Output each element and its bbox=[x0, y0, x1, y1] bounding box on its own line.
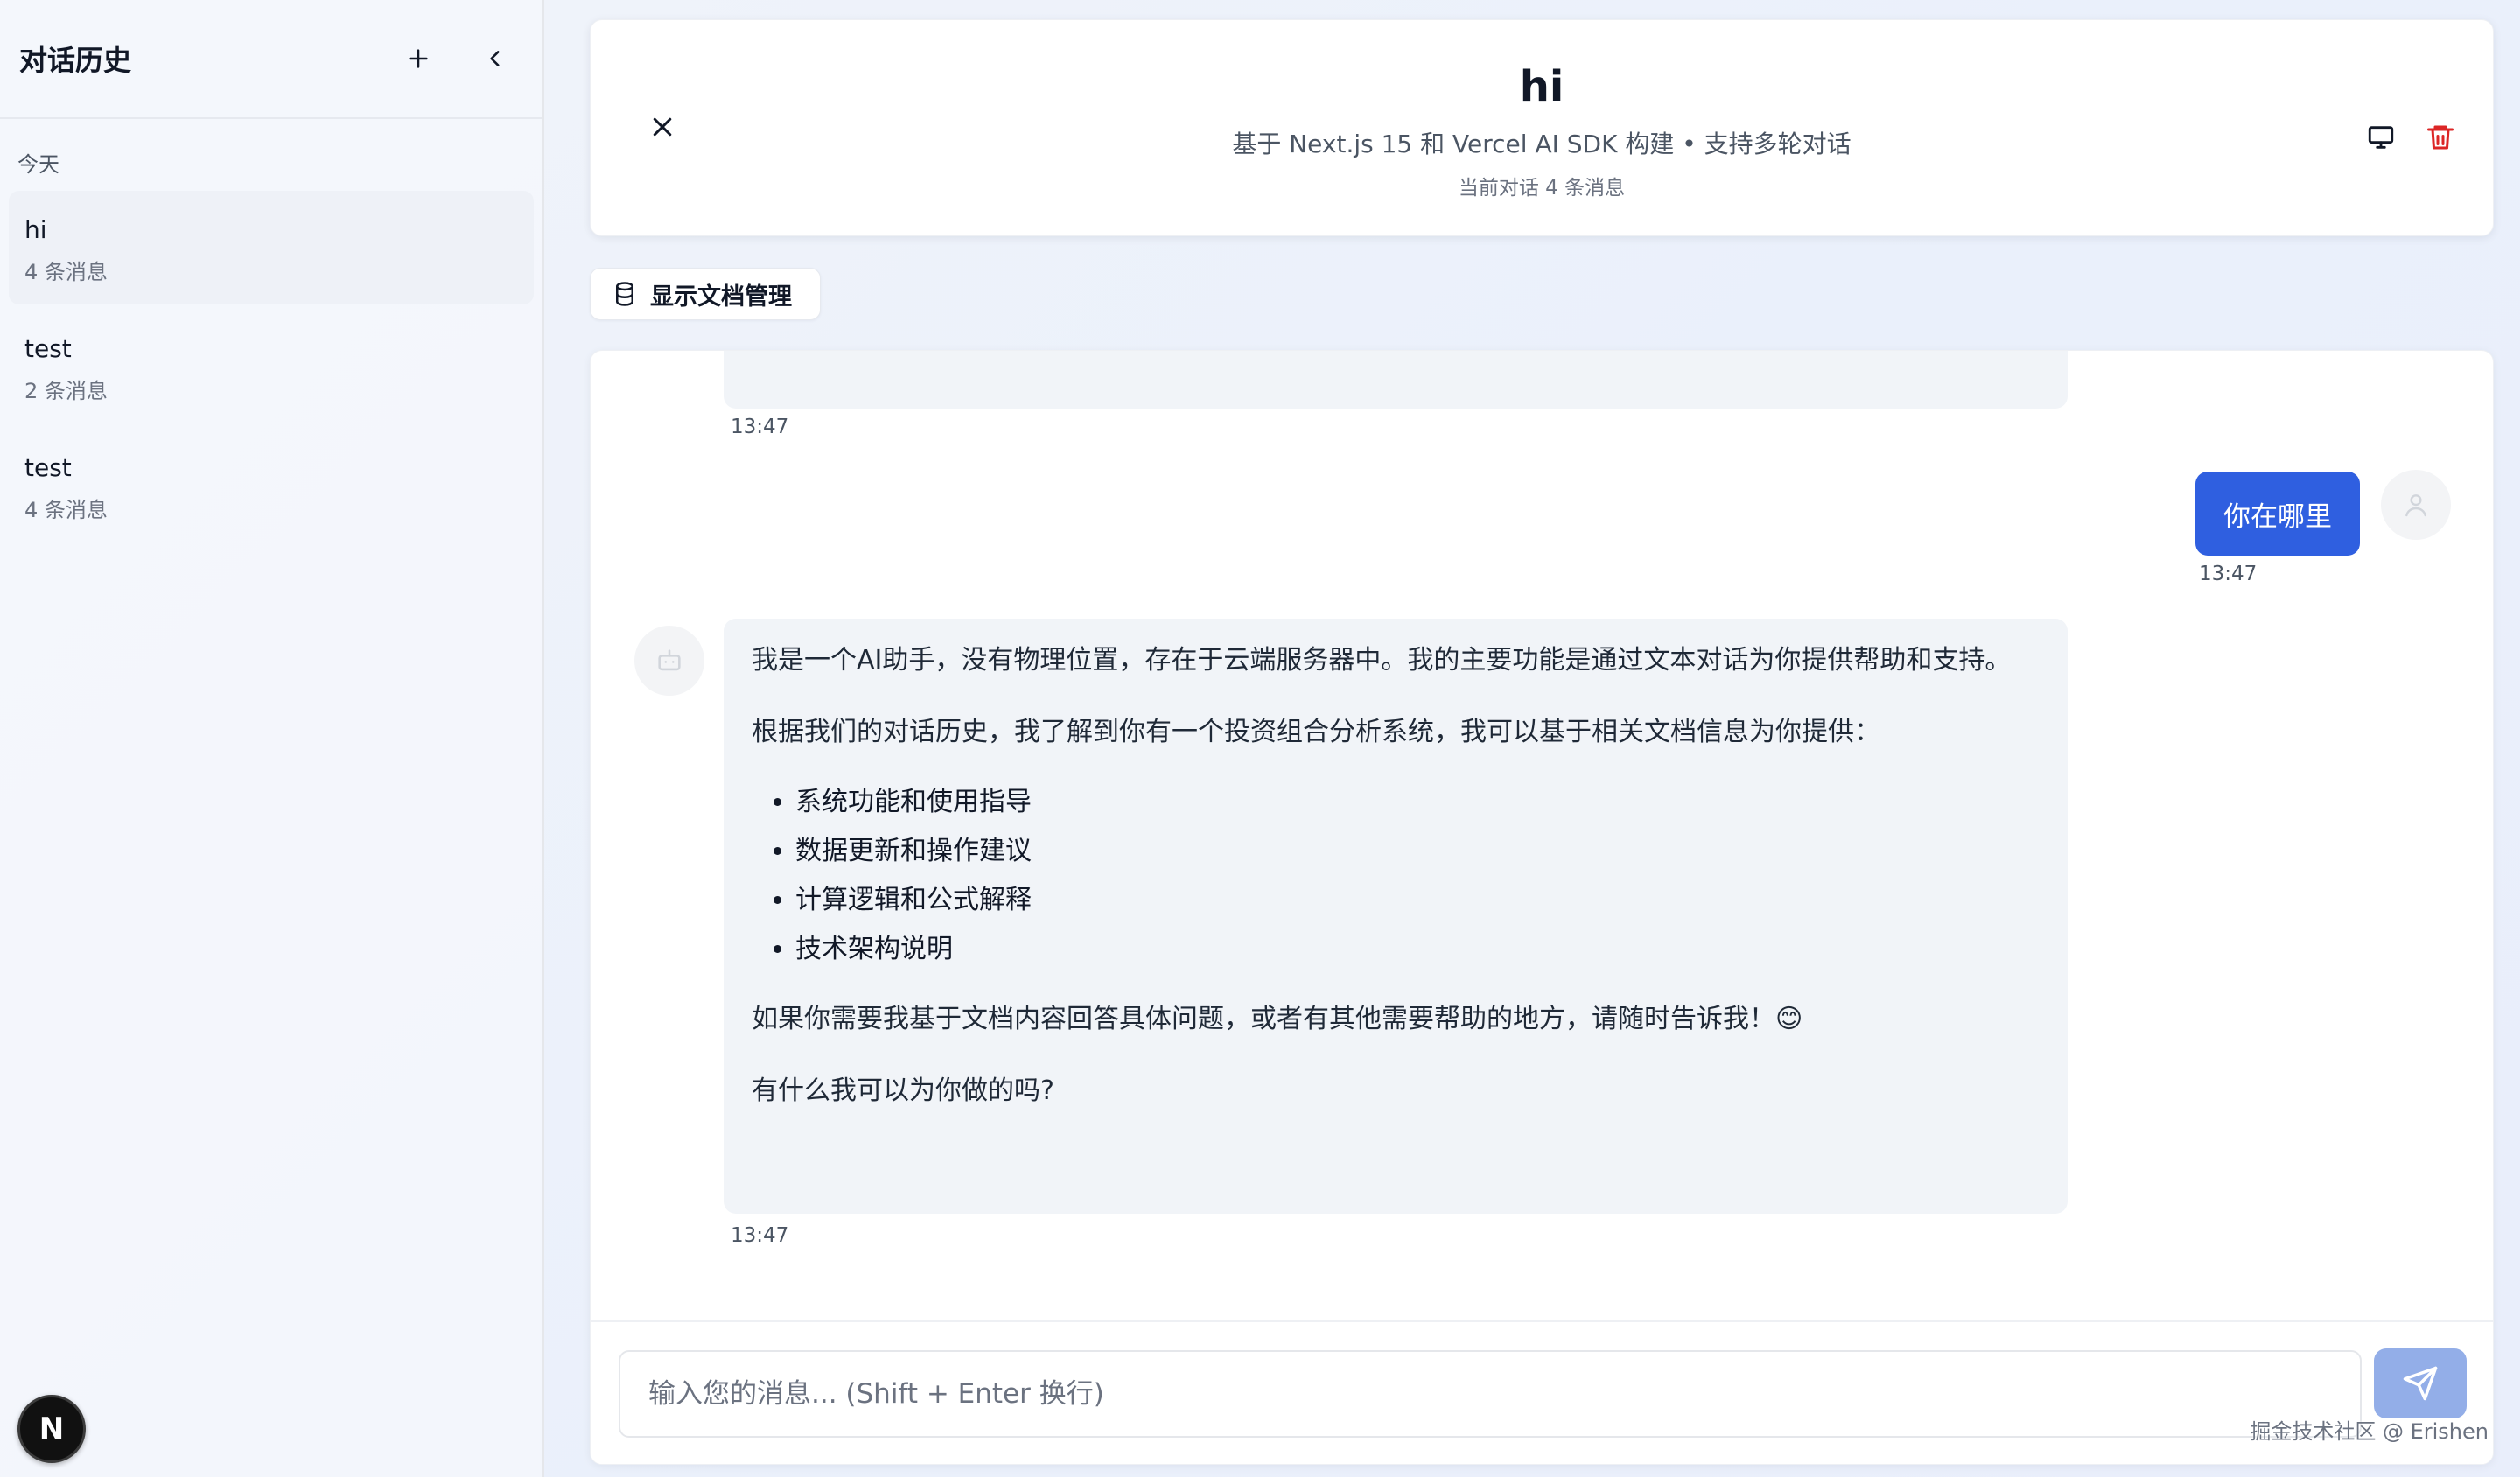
conversation-item[interactable]: hi 4 条消息 bbox=[9, 191, 534, 304]
list-item: 计算逻辑和公式解释 bbox=[795, 876, 2040, 925]
conversation-list: hi 4 条消息 test 2 条消息 test 4 条消息 bbox=[0, 191, 542, 542]
group-label-today: 今天 bbox=[18, 152, 60, 177]
message-input-wrapper bbox=[619, 1350, 2362, 1438]
nextjs-dev-badge[interactable]: N bbox=[18, 1395, 86, 1463]
list-item: 系统功能和使用指导 bbox=[795, 778, 2040, 827]
plus-icon bbox=[409, 49, 428, 68]
message-timestamp: 13:47 bbox=[2199, 563, 2258, 585]
conversation-meta: 4 条消息 bbox=[24, 498, 108, 522]
message-list[interactable]: 13:47 你在哪里 13:47 我是一个AI助手，没有物理位置，存在于云端服务… bbox=[591, 351, 2493, 1322]
chat-title: hi bbox=[1519, 62, 1564, 111]
doc-toggle-label: 显示文档管理 bbox=[650, 283, 792, 311]
database-icon bbox=[616, 282, 634, 306]
header-center: hi 基于 Next.js 15 和 Vercel AI SDK 构建 • 支持… bbox=[591, 62, 2493, 200]
conversation-item[interactable]: test 2 条消息 bbox=[9, 310, 534, 424]
chat-subtitle: 基于 Next.js 15 和 Vercel AI SDK 构建 • 支持多轮对… bbox=[1232, 130, 1852, 158]
chevron-left-icon bbox=[490, 51, 500, 66]
display-button[interactable] bbox=[2363, 120, 2398, 155]
user-icon bbox=[2405, 494, 2426, 517]
show-doc-manager-button[interactable]: 显示文档管理 bbox=[590, 268, 821, 320]
send-button[interactable] bbox=[2374, 1348, 2467, 1418]
assistant-message-bubble: 我是一个AI助手，没有物理位置，存在于云端服务器中。我的主要功能是通过文本对话为… bbox=[724, 619, 2068, 1214]
delete-conversation-button[interactable] bbox=[2423, 120, 2458, 155]
message-timestamp: 13:47 bbox=[731, 416, 789, 438]
conversation-item[interactable]: test 4 条消息 bbox=[9, 429, 534, 542]
message-input[interactable] bbox=[620, 1352, 2360, 1436]
user-message-bubble: 你在哪里 bbox=[2195, 472, 2360, 556]
composer bbox=[591, 1320, 2493, 1464]
assistant-paragraph: 根据我们的对话历史，我了解到你有一个投资组合分析系统，我可以基于相关文档信息为你… bbox=[752, 717, 1880, 747]
assistant-list: 系统功能和使用指导 数据更新和操作建议 计算逻辑和公式解释 技术架构说明 bbox=[795, 778, 2040, 974]
monitor-icon bbox=[2368, 126, 2394, 149]
chat-panel: 13:47 你在哪里 13:47 我是一个AI助手，没有物理位置，存在于云端服务… bbox=[590, 350, 2494, 1465]
send-icon bbox=[2403, 1366, 2438, 1401]
collapse-sidebar-button[interactable] bbox=[467, 31, 523, 87]
conversation-title: hi bbox=[24, 215, 47, 244]
list-item: 技术架构说明 bbox=[795, 925, 2040, 974]
assistant-avatar bbox=[634, 626, 704, 696]
user-avatar bbox=[2381, 470, 2451, 540]
conversation-title: test bbox=[24, 453, 72, 482]
conversation-title: test bbox=[24, 334, 72, 363]
trash-icon bbox=[2427, 125, 2454, 150]
assistant-paragraph: 有什么我可以为你做的吗? bbox=[752, 1075, 1054, 1106]
bot-icon bbox=[658, 649, 681, 671]
user-message: 你在哪里 bbox=[2195, 470, 2451, 556]
assistant-paragraph: 我是一个AI助手，没有物理位置，存在于云端服务器中。我的主要功能是通过文本对话为… bbox=[752, 645, 2012, 676]
sidebar: 对话历史 今天 hi 4 条消息 test 2 条消息 test 4 条消息 bbox=[0, 0, 544, 1477]
chat-header: hi 基于 Next.js 15 和 Vercel AI SDK 构建 • 支持… bbox=[590, 19, 2494, 236]
assistant-paragraph: 如果你需要我基于文档内容回答具体问题，或者有其他需要帮助的地方，请随时告诉我！😊 bbox=[752, 1004, 1803, 1034]
sidebar-title: 对话历史 bbox=[19, 44, 132, 77]
new-chat-button[interactable] bbox=[390, 31, 446, 87]
conversation-meta: 2 条消息 bbox=[24, 379, 108, 403]
message-count: 当前对话 4 条消息 bbox=[1458, 177, 1626, 200]
sidebar-header: 对话历史 bbox=[0, 0, 542, 119]
message-timestamp: 13:47 bbox=[731, 1224, 789, 1247]
watermark: 掘金技术社区 @ Erishen bbox=[2250, 1419, 2488, 1444]
conversation-meta: 4 条消息 bbox=[24, 260, 108, 284]
list-item: 数据更新和操作建议 bbox=[795, 827, 2040, 876]
assistant-message-bubble bbox=[724, 351, 2068, 409]
header-actions bbox=[2363, 120, 2458, 155]
user-message-column: 你在哪里 bbox=[2195, 470, 2360, 556]
